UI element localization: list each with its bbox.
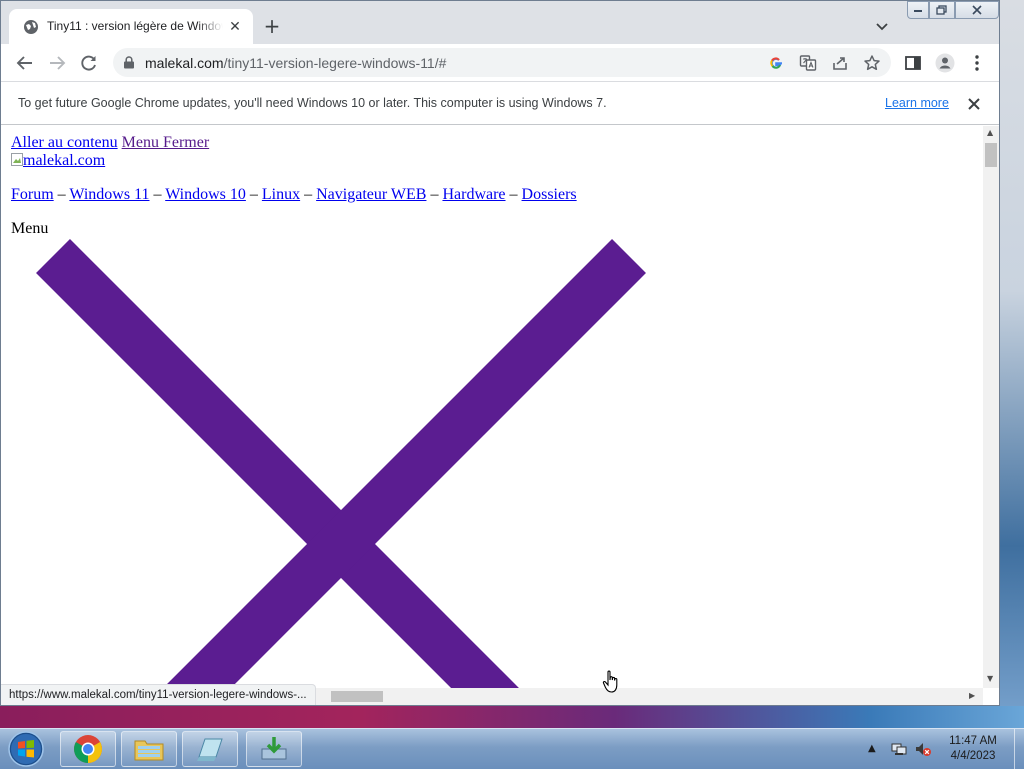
google-lens-icon[interactable] [767, 54, 785, 72]
broken-image-icon [11, 153, 23, 166]
taskbar-chrome-button[interactable] [60, 731, 116, 767]
clock-date: 4/4/2023 [950, 750, 996, 762]
window-close-button[interactable] [955, 1, 999, 19]
menu-close-link[interactable]: Menu Fermer [122, 134, 210, 151]
close-icon[interactable] [967, 97, 981, 111]
system-clock[interactable]: 11:47 AM 4/4/2023 [938, 734, 1008, 764]
tab-close-icon[interactable]: ✕ [227, 19, 243, 35]
tab-title: Tiny11 : version légère de Windows 11 - … [47, 19, 223, 33]
horizontal-scroll-thumb[interactable] [331, 691, 383, 702]
share-icon[interactable] [831, 54, 849, 72]
forward-arrow-icon[interactable] [47, 53, 67, 73]
nav-link[interactable]: Dossiers [522, 186, 577, 203]
address-bar[interactable]: malekal.com/tiny11-version-legere-window… [113, 48, 891, 77]
scroll-down-arrow-icon[interactable]: ▼ [987, 674, 993, 683]
tab-strip: Tiny11 : version légère de Windows 11 - … [1, 1, 999, 44]
side-panel-icon[interactable] [903, 53, 923, 73]
more-menu-icon[interactable] [967, 53, 987, 73]
taskbar: ▲ 11:47 AM 4/4/2023 [0, 728, 1024, 769]
nav-link[interactable]: Windows 11 [69, 186, 149, 203]
chrome-icon [74, 735, 102, 763]
nav-separator: – [426, 186, 443, 203]
taskbar-installer-button[interactable] [246, 731, 302, 767]
nav-link[interactable]: Navigateur WEB [316, 186, 426, 203]
nav-separator: – [300, 186, 317, 203]
minimize-button[interactable] [907, 1, 929, 19]
reload-icon[interactable] [79, 53, 99, 73]
url-path: /tiny11-version-legere-windows-11/# [223, 55, 447, 71]
site-logo-alt: malekal.com [23, 152, 106, 169]
taskbar-app-button[interactable] [182, 731, 238, 767]
back-arrow-icon[interactable] [15, 53, 35, 73]
menu-close-x-icon[interactable] [1, 126, 983, 688]
hand-cursor-icon [602, 670, 618, 693]
vertical-scrollbar[interactable]: ▲ ▼ [983, 126, 999, 688]
tab-active[interactable]: Tiny11 : version légère de Windows 11 - … [9, 9, 253, 44]
logo-row: malekal.com [11, 152, 105, 170]
network-icon[interactable] [890, 741, 908, 757]
skip-links-row: Aller au contenu Menu Fermer [11, 134, 209, 152]
start-orb-icon[interactable] [3, 730, 49, 768]
scroll-right-arrow-icon[interactable]: ▶ [969, 691, 975, 700]
toolbar: malekal.com/tiny11-version-legere-window… [1, 44, 999, 81]
skip-to-content-link[interactable]: Aller au contenu [11, 134, 118, 151]
site-logo-link[interactable]: malekal.com [11, 152, 105, 169]
main-nav: Forum – Windows 11 – Windows 10 – Linux … [11, 186, 577, 204]
nav-separator: – [505, 186, 522, 203]
nav-link[interactable]: Forum [11, 186, 54, 203]
infobar-message: To get future Google Chrome updates, you… [18, 96, 607, 110]
nav-separator: – [149, 186, 166, 203]
show-desktop-button[interactable] [1014, 729, 1024, 769]
maximize-button[interactable] [929, 1, 955, 19]
nav-link[interactable]: Hardware [442, 186, 505, 203]
url-host: malekal.com [145, 55, 224, 71]
globe-icon [24, 20, 38, 34]
folder-icon [134, 740, 164, 761]
vertical-scroll-thumb[interactable] [985, 143, 997, 167]
lock-icon[interactable] [123, 56, 135, 69]
download-installer-icon [261, 737, 287, 760]
desktop-wallpaper [1000, 0, 1024, 728]
nav-separator: – [245, 186, 262, 203]
page-viewport: Aller au contenu Menu Fermer malekal.com… [1, 126, 983, 688]
volume-muted-icon[interactable] [914, 741, 932, 757]
desktop-wallpaper-strip [0, 706, 1024, 728]
nav-link[interactable]: Linux [262, 186, 300, 203]
clock-time: 11:47 AM [949, 735, 997, 747]
new-tab-button[interactable]: + [261, 15, 283, 37]
show-hidden-icons-icon[interactable]: ▲ [868, 741, 886, 757]
translate-icon[interactable] [799, 54, 817, 72]
nav-link[interactable]: Windows 10 [165, 186, 246, 203]
chevron-down-icon[interactable] [873, 17, 891, 35]
link-status-bubble: https://www.malekal.com/tiny11-version-l… [1, 684, 316, 705]
menu-label: Menu [11, 220, 49, 237]
nav-separator: – [53, 186, 70, 203]
window-app-icon [197, 738, 223, 761]
url-text[interactable]: malekal.com/tiny11-version-legere-window… [145, 55, 446, 71]
chrome-window: Tiny11 : version légère de Windows 11 - … [0, 0, 1000, 706]
star-bookmark-icon[interactable] [863, 54, 881, 72]
profile-avatar-icon[interactable] [935, 53, 955, 73]
update-infobar: To get future Google Chrome updates, you… [1, 81, 999, 125]
scroll-up-arrow-icon[interactable]: ▲ [987, 128, 993, 137]
learn-more-link[interactable]: Learn more [885, 96, 949, 110]
taskbar-explorer-button[interactable] [121, 731, 177, 767]
